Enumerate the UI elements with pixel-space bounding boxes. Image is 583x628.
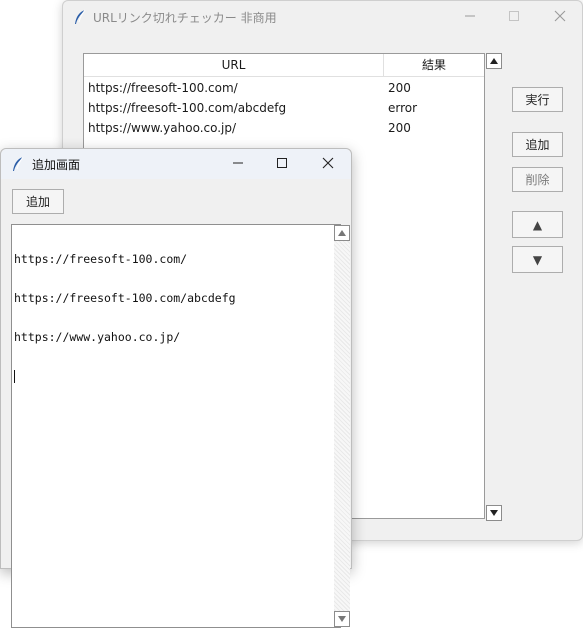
url-textarea[interactable]: https://freesoft-100.com/ https://freeso…: [11, 224, 350, 628]
triangle-up-icon: [490, 58, 498, 64]
table-header: URL 結果: [84, 54, 484, 77]
triangle-down-icon: [490, 510, 498, 516]
maximize-icon: [277, 158, 287, 168]
column-header-result[interactable]: 結果: [384, 54, 484, 76]
url-cell: https://freesoft-100.com/abcdefg: [88, 101, 287, 115]
url-cell: https://www.yahoo.co.jp/: [88, 121, 237, 135]
main-titlebar[interactable]: URLリンク切れチェッカー 非商用: [63, 1, 582, 33]
text-line: https://freesoft-100.com/abcdefg: [14, 291, 236, 305]
minimize-button[interactable]: [227, 154, 249, 172]
add-window: 追加画面 追加 https://freesoft-100.com/ https:…: [0, 148, 352, 628]
minimize-icon: [233, 162, 243, 164]
maximize-button[interactable]: [271, 154, 293, 172]
url-text-content: https://freesoft-100.com/ https://freeso…: [14, 227, 236, 409]
close-button[interactable]: [317, 154, 339, 172]
text-caret: [14, 370, 15, 383]
scroll-down-button[interactable]: [334, 611, 350, 627]
close-icon: [322, 157, 334, 169]
add-window-titlebar[interactable]: 追加画面: [1, 149, 351, 179]
text-line: https://www.yahoo.co.jp/: [14, 330, 181, 344]
move-up-button[interactable]: ▲: [512, 211, 563, 238]
add-urls-button[interactable]: 追加: [12, 189, 64, 214]
scroll-up-button[interactable]: [486, 53, 502, 69]
feather-icon: [11, 156, 25, 171]
close-button[interactable]: [549, 7, 571, 25]
add-window-title: 追加画面: [32, 158, 81, 172]
triangle-down-icon: [338, 616, 346, 622]
url-cell: https://freesoft-100.com/: [88, 81, 238, 95]
table-scrollbar[interactable]: [486, 53, 502, 521]
minimize-button[interactable]: [459, 7, 481, 25]
scroll-down-button[interactable]: [486, 505, 502, 521]
maximize-icon: [509, 11, 519, 21]
maximize-button[interactable]: [503, 7, 525, 25]
close-icon: [554, 10, 566, 22]
table-row[interactable]: https://freesoft-100.com/abcdefg error: [84, 98, 484, 118]
feather-icon: [73, 9, 87, 24]
table-row[interactable]: https://freesoft-100.com/ 200: [84, 78, 484, 98]
text-line: https://freesoft-100.com/: [14, 252, 188, 266]
move-down-button[interactable]: ▼: [512, 246, 563, 273]
triangle-up-icon: [338, 230, 346, 236]
scroll-up-button[interactable]: [334, 225, 350, 241]
result-cell: 200: [388, 121, 411, 135]
result-cell: error: [388, 101, 418, 115]
minimize-icon: [465, 15, 475, 17]
main-window-title: URLリンク切れチェッカー 非商用: [93, 11, 277, 25]
table-row[interactable]: https://www.yahoo.co.jp/ 200: [84, 118, 484, 138]
column-header-url[interactable]: URL: [84, 54, 384, 76]
run-button[interactable]: 実行: [512, 87, 563, 112]
add-button[interactable]: 追加: [512, 132, 563, 157]
textarea-scrollbar[interactable]: [334, 225, 350, 627]
result-cell: 200: [388, 81, 411, 95]
delete-button[interactable]: 削除: [512, 167, 563, 192]
